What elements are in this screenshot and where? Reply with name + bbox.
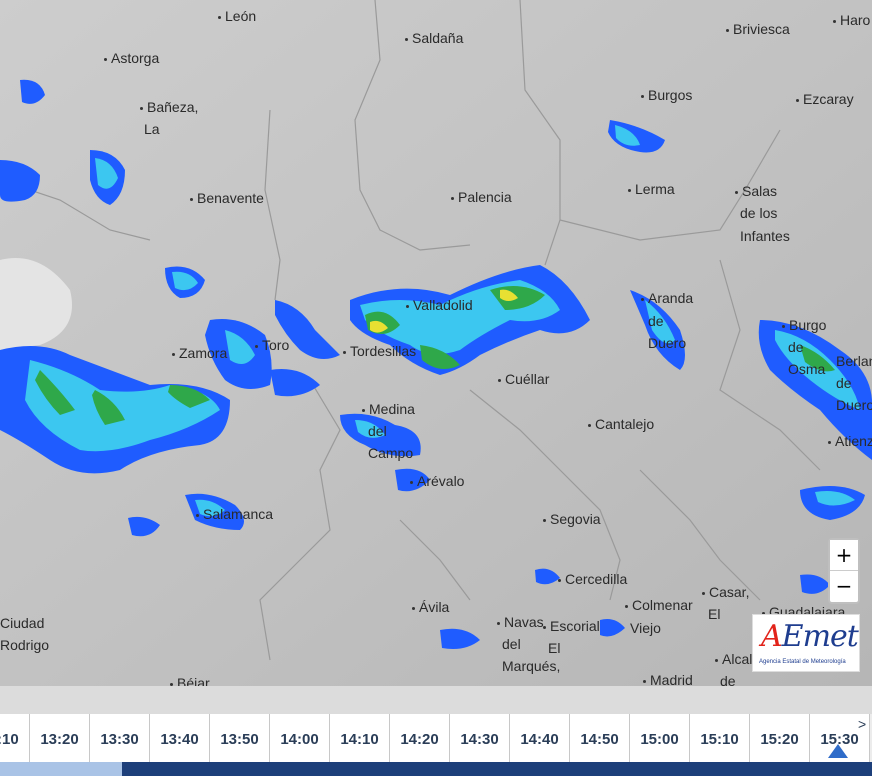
timeline-progress-fill (0, 762, 123, 776)
city-tordesillas: Tordesillas (343, 340, 416, 362)
city-berlanga-line3: Duero (836, 397, 872, 413)
zoom-in-button[interactable]: + (830, 540, 858, 570)
city-cercedilla: Cercedilla (558, 568, 627, 590)
city-navas: Navas (497, 611, 544, 633)
city-burgo: Burgo (782, 314, 826, 336)
time-step[interactable]: 13:30 (90, 714, 150, 764)
city-burgos: Burgos (641, 84, 692, 106)
city-salamanca: Salamanca (196, 503, 273, 525)
city-haro: Haro (833, 9, 870, 31)
city-ciudad-rodrigo: Ciudad (0, 615, 45, 631)
city-ciudad-rodrigo-line2: Rodrigo (0, 637, 50, 653)
radar-map[interactable]: León Saldaña Briviesca Haro Astorga Bañe… (0, 0, 872, 686)
timeline-next-button[interactable]: > (858, 716, 866, 732)
city-briviesca: Briviesca (726, 18, 790, 40)
time-step[interactable]: 14:00 (270, 714, 330, 764)
time-step[interactable]: 15:10 (690, 714, 750, 764)
city-burgo-line3: Osma (788, 361, 826, 377)
city-medina: Medina (362, 398, 415, 420)
time-step[interactable]: 13:50 (210, 714, 270, 764)
time-step[interactable]: 14:10 (330, 714, 390, 764)
time-step[interactable]: 14:50 (570, 714, 630, 764)
aemet-logo: AEmet Agencia Estatal de Meteorología (752, 614, 860, 672)
timeline-tick-strip (0, 686, 872, 714)
city-alcala: Alcal (715, 648, 752, 670)
city-salas: Salas (735, 180, 777, 202)
city-alcala-line2: de (720, 673, 736, 686)
city-casar-line2: El (708, 606, 721, 622)
city-avila: Ávila (412, 596, 449, 618)
time-step[interactable]: 15:20 (750, 714, 810, 764)
city-valladolid: Valladolid (406, 294, 473, 316)
city-saldana: Saldaña (405, 27, 463, 49)
city-astorga: Astorga (104, 47, 159, 69)
city-salas-line2: de los (740, 205, 778, 221)
time-step[interactable]: 13:20 (30, 714, 90, 764)
city-madrid: Madrid (643, 669, 693, 686)
time-step[interactable]: 13:40 (150, 714, 210, 764)
city-aranda-line3: Duero (648, 335, 687, 351)
city-casar: Casar, (702, 581, 749, 603)
city-toro: Toro (255, 334, 289, 356)
city-ezcaray: Ezcaray (796, 88, 854, 110)
city-aranda: Aranda (641, 287, 693, 309)
city-cuellar: Cuéllar (498, 368, 549, 390)
city-berlanga: Berlang (836, 353, 872, 369)
city-zamora: Zamora (172, 342, 227, 364)
city-la: La (144, 121, 160, 137)
city-baneza: Bañeza, (140, 96, 198, 118)
city-palencia: Palencia (451, 186, 512, 208)
city-arevalo: Arévalo (410, 470, 464, 492)
city-medina-line3: Campo (368, 445, 414, 461)
city-benavente: Benavente (190, 187, 264, 209)
city-berlanga-line2: de (836, 375, 852, 391)
time-step[interactable]: 14:20 (390, 714, 450, 764)
aemet-logo-mark: AEmet (761, 619, 859, 654)
timeline-times: 13:1013:2013:3013:4013:5014:0014:1014:20… (0, 714, 870, 764)
city-colmenar-line2: Viejo (630, 620, 661, 636)
city-burgo-line2: de (788, 339, 804, 355)
aemet-logo-subtitle: Agencia Estatal de Meteorología (759, 659, 846, 665)
city-segovia: Segovia (543, 508, 601, 530)
time-step[interactable]: 14:40 (510, 714, 570, 764)
active-time-marker (828, 744, 848, 758)
time-step[interactable]: 14:30 (450, 714, 510, 764)
time-step[interactable]: 15:00 (630, 714, 690, 764)
city-colmenar: Colmenar (625, 594, 693, 616)
city-lerma: Lerma (628, 178, 675, 200)
city-escorial-line2: El (548, 640, 561, 656)
city-atienza: Atienz (828, 430, 872, 452)
time-step[interactable]: 13:10 (0, 714, 30, 764)
city-escorial: Escorial (543, 615, 600, 637)
zoom-out-button[interactable]: − (830, 570, 858, 600)
city-navas-line2: del (502, 636, 521, 652)
city-aranda-line2: de (648, 313, 664, 329)
city-bejar: Béjar (170, 672, 210, 686)
timeline-progress-bar[interactable] (0, 762, 872, 776)
timeline: 13:1013:2013:3013:4013:5014:0014:1014:20… (0, 686, 872, 776)
city-salas-line3: Infantes (740, 228, 790, 244)
city-medina-line2: del (368, 423, 387, 439)
zoom-control: + − (828, 538, 860, 604)
city-leon: León (218, 5, 256, 27)
city-cantalejo: Cantalejo (588, 413, 654, 435)
